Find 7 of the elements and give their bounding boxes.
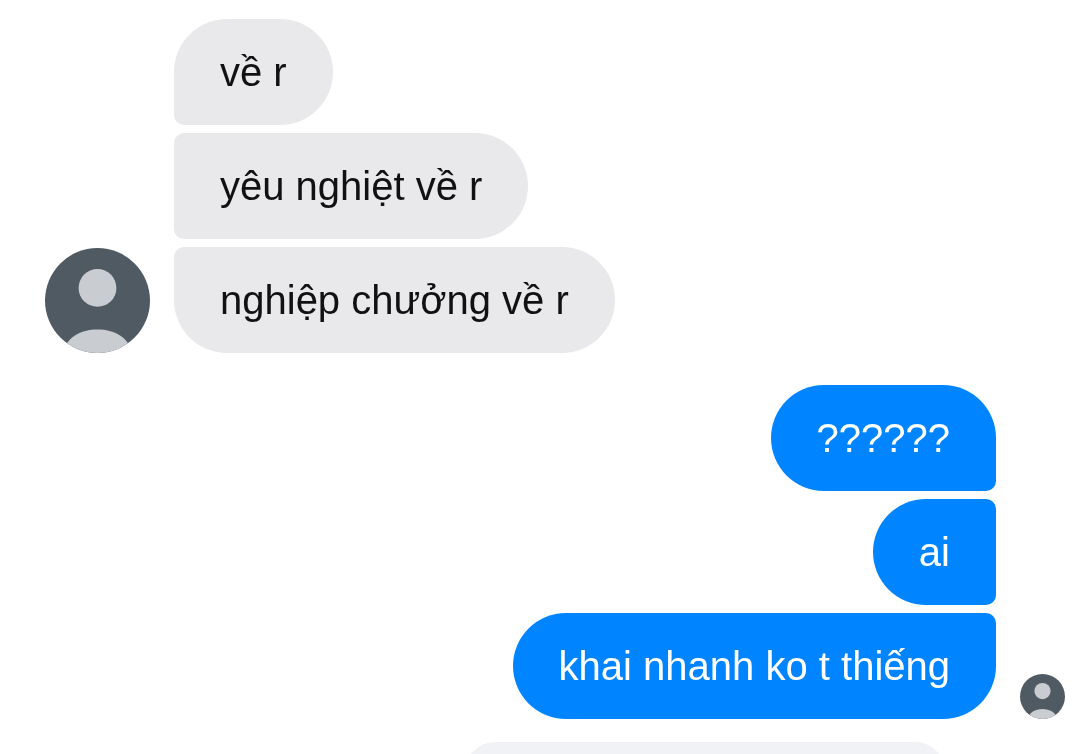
read-receipt-avatar [1020,674,1065,719]
message-bubble: yêu nghiệt về r [174,133,529,239]
message-bubble: khai nhanh ko t thiếng [512,613,996,719]
message-bubble: nghiệp chưởng về r [174,247,615,353]
message-bubble: ai [872,499,996,605]
message-bubble: ?????? [770,385,996,491]
message-bubble: về r [174,19,333,125]
